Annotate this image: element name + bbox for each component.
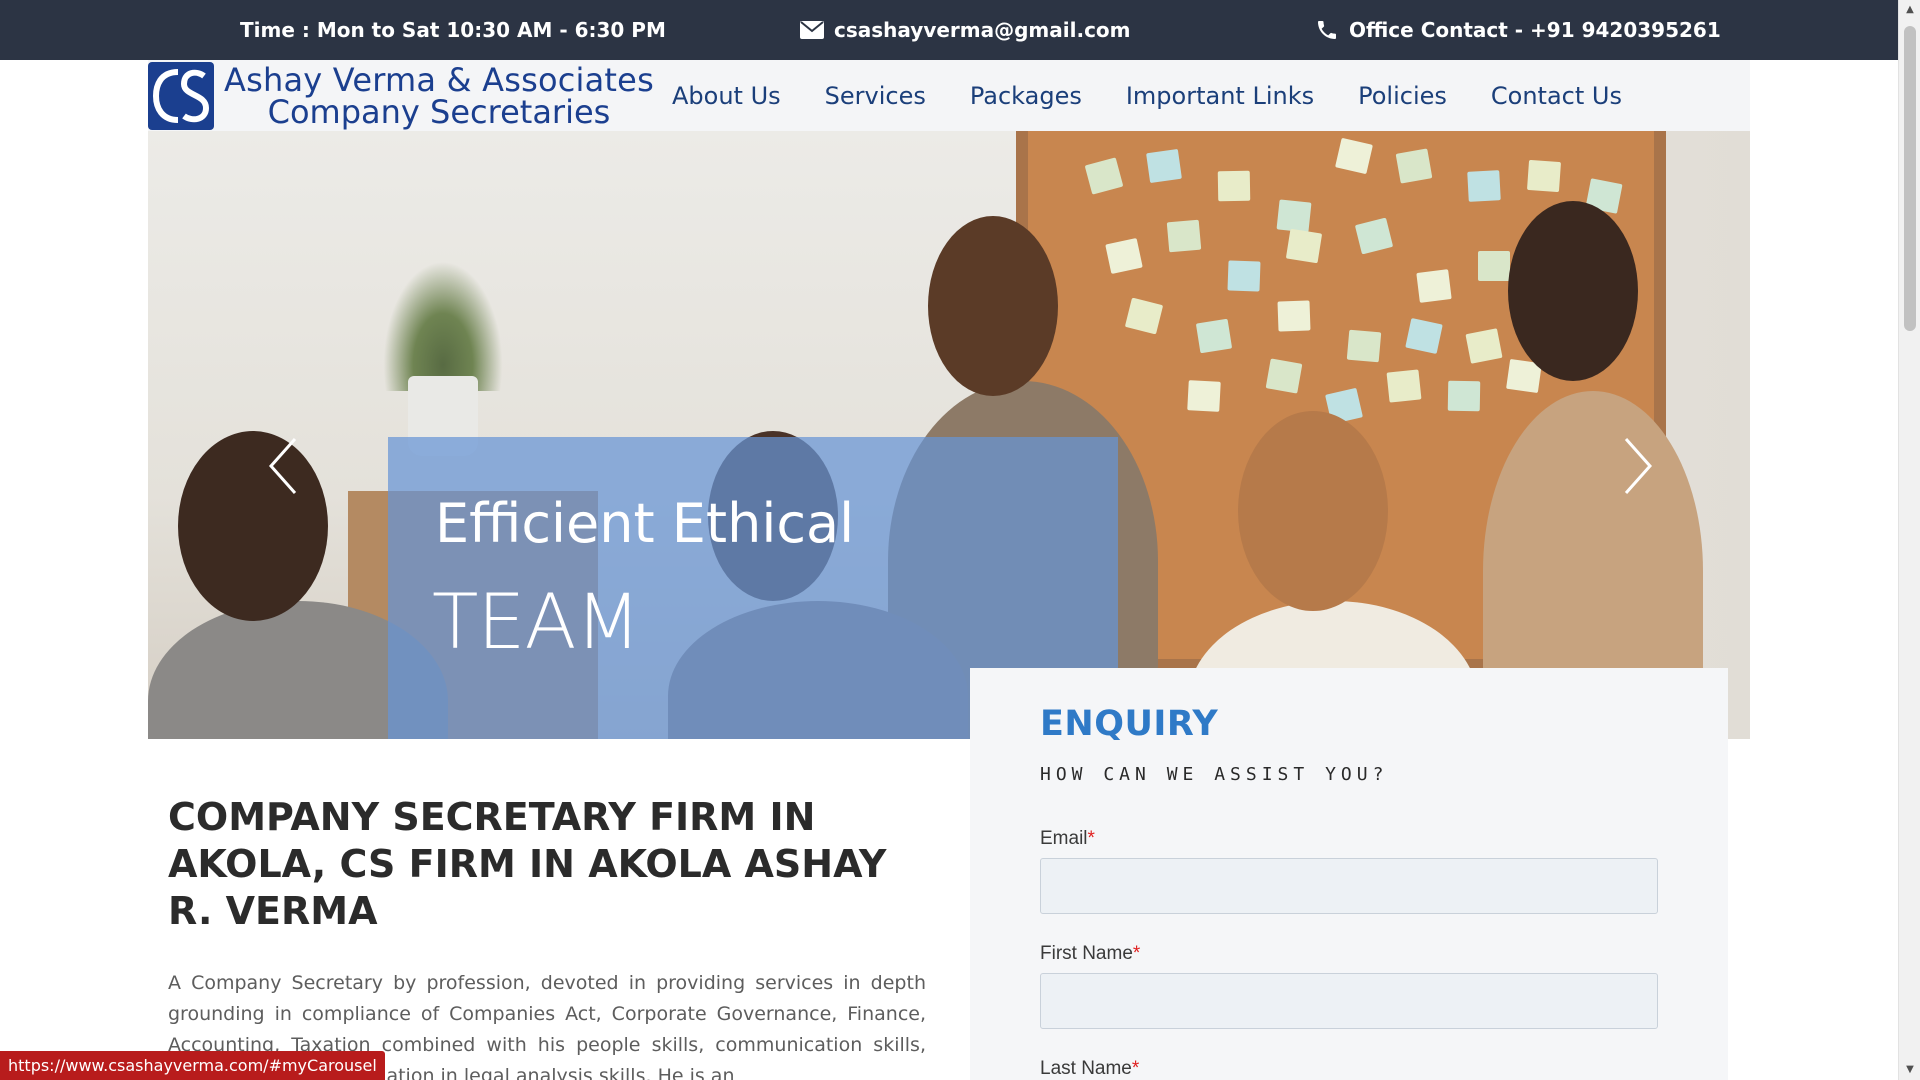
- scrollbar-thumb[interactable]: [1904, 26, 1916, 331]
- scroll-up-arrow-icon[interactable]: ▲: [1904, 4, 1916, 16]
- brand-line-2: Company Secretaries: [267, 93, 611, 131]
- hero-caption-subheading: TEAM: [432, 577, 641, 666]
- sticky-note: [1217, 170, 1251, 202]
- cs-monogram-logo-icon: [148, 62, 214, 130]
- sticky-note: [1166, 219, 1202, 253]
- page-scrollbar[interactable]: ▲ ▼: [1898, 0, 1920, 1080]
- business-hours-text: Time : Mon to Sat 10:30 AM - 6:30 PM: [240, 18, 666, 42]
- sticky-note: [1187, 380, 1221, 412]
- brand-name: Ashay Verma & Associates Company Secreta…: [224, 64, 654, 128]
- email-label-text: Email: [1040, 828, 1088, 849]
- sticky-note: [1447, 380, 1481, 412]
- enquiry-subtitle: HOW CAN WE ASSIST YOU?: [1040, 764, 1389, 785]
- sticky-note: [1478, 251, 1510, 281]
- email-text[interactable]: csashayverma@gmail.com: [834, 18, 1131, 42]
- sticky-note: [1395, 148, 1433, 184]
- hero-photo-person-head: [1238, 411, 1388, 611]
- envelope-icon: [800, 21, 824, 39]
- brand-line-1: Ashay Verma & Associates: [224, 61, 654, 99]
- hero-photo-person-head: [1508, 201, 1638, 381]
- phone-icon: [1315, 18, 1339, 42]
- nav-important-links[interactable]: Important Links: [1104, 82, 1336, 110]
- required-mark: *: [1087, 828, 1095, 849]
- chevron-right-icon: [1618, 438, 1658, 505]
- business-hours: Time : Mon to Sat 10:30 AM - 6:30 PM: [240, 0, 666, 60]
- nav-policies[interactable]: Policies: [1336, 82, 1469, 110]
- hero-photo-plant: [383, 261, 503, 391]
- status-bar-url: https://www.csashayverma.com/#myCarousel: [0, 1051, 385, 1080]
- sticky-note: [1416, 269, 1452, 303]
- sticky-note: [1146, 148, 1182, 184]
- required-mark: *: [1132, 943, 1141, 964]
- phone-text[interactable]: Office Contact - +91 9420395261: [1349, 18, 1721, 42]
- main-navigation: About Us Services Packages Important Lin…: [650, 60, 1644, 131]
- first-name-field[interactable]: [1040, 973, 1658, 1029]
- sticky-note: [1405, 318, 1443, 354]
- page-heading: COMPANY SECRETARY FIRM IN AKOLA, CS FIRM…: [168, 795, 887, 933]
- scroll-down-arrow-icon[interactable]: ▼: [1904, 1064, 1916, 1076]
- site-logo[interactable]: Ashay Verma & Associates Company Secreta…: [148, 62, 654, 130]
- sticky-note: [1124, 297, 1164, 335]
- sticky-note: [1227, 260, 1261, 292]
- sticky-note: [1526, 159, 1562, 193]
- enquiry-title: ENQUIRY: [1040, 704, 1219, 744]
- last-name-label-text: Last Name: [1040, 1058, 1132, 1079]
- sticky-note: [1354, 217, 1394, 255]
- sticky-note: [1386, 369, 1422, 403]
- nav-contact-us[interactable]: Contact Us: [1469, 82, 1644, 110]
- hero-photo-person-head: [178, 431, 328, 621]
- sticky-note: [1265, 358, 1303, 394]
- nav-services[interactable]: Services: [803, 82, 948, 110]
- site-header: Ashay Verma & Associates Company Secreta…: [148, 60, 1750, 131]
- sticky-note: [1346, 329, 1382, 363]
- first-name-label: First Name*: [1040, 943, 1140, 965]
- nav-packages[interactable]: Packages: [948, 82, 1104, 110]
- enquiry-form-panel: ENQUIRY HOW CAN WE ASSIST YOU? Email* Fi…: [970, 668, 1728, 1080]
- sticky-note: [1335, 137, 1373, 175]
- sticky-note: [1195, 318, 1233, 354]
- sticky-note: [1105, 238, 1143, 274]
- carousel-prev-button[interactable]: [263, 431, 303, 501]
- last-name-label: Last Name*: [1040, 1058, 1139, 1080]
- nav-about-us[interactable]: About Us: [650, 82, 803, 110]
- sticky-note: [1465, 328, 1503, 364]
- hero-photo-person-head: [928, 216, 1058, 396]
- phone-contact[interactable]: Office Contact - +91 9420395261: [1315, 0, 1721, 60]
- carousel-next-button[interactable]: [1618, 431, 1658, 501]
- first-name-label-text: First Name: [1040, 943, 1133, 964]
- sticky-note: [1276, 199, 1312, 233]
- required-mark: *: [1131, 1058, 1140, 1079]
- email-field[interactable]: [1040, 858, 1658, 914]
- sticky-note: [1277, 300, 1311, 332]
- chevron-left-icon: [263, 438, 303, 505]
- email-contact[interactable]: csashayverma@gmail.com: [800, 0, 1131, 60]
- sticky-note: [1467, 170, 1501, 202]
- email-label: Email*: [1040, 828, 1095, 850]
- sticky-note: [1285, 228, 1323, 264]
- sticky-note: [1084, 157, 1124, 195]
- hero-caption-heading: Efficient Ethical: [435, 492, 855, 555]
- top-info-bar: Time : Mon to Sat 10:30 AM - 6:30 PM csa…: [0, 0, 1898, 60]
- hero-carousel[interactable]: Efficient Ethical TEAM: [148, 131, 1750, 739]
